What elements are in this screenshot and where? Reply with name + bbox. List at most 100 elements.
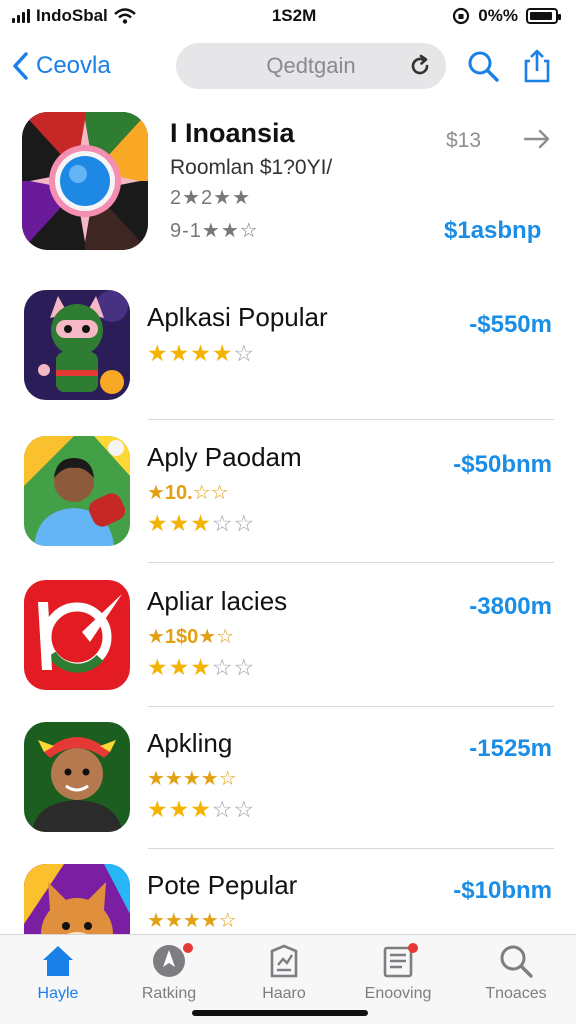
back-button[interactable]: Ceovla [10,51,170,81]
tab-label: Hayle [37,985,79,1002]
orientation-lock-icon [453,7,470,25]
divider [148,419,554,420]
notification-badge [408,943,418,953]
star-icon: ☆ [211,654,234,680]
star-icon: ★ [168,654,191,680]
signal-icon [12,9,30,23]
price-button[interactable]: -1525m [469,735,552,763]
status-left: IndoSbal [12,6,136,26]
featured-app-icon [22,112,148,250]
app-row[interactable]: Apkling ★★★★☆ ★★★☆☆ -1525m [0,716,576,858]
app-meta: ★★★★☆ [147,910,237,932]
star-rating: ★★★☆☆ [147,654,255,681]
tab-ranking[interactable]: Ratking [119,943,219,1013]
notification-badge [183,943,193,953]
app-name: Apkling [147,728,233,758]
battery-icon [525,8,561,24]
app-icon [24,722,130,832]
festive-person-icon [24,722,130,832]
search-icon[interactable] [466,49,500,83]
star-icon: ★ [190,340,212,366]
star-icon: ★ [147,796,169,822]
status-right: 0%% [452,6,561,26]
status-bar: IndoSbal 1S2M 0%% [0,0,576,32]
app-meta: ★1$0★☆ [147,626,235,648]
ninja-mascot-icon [24,290,130,400]
star-icon: ☆ [233,796,256,822]
star-icon: ★ [211,340,234,366]
app-name: Pote Pepular [147,870,298,900]
price-button[interactable]: -$10bnm [453,877,552,905]
tab-chart[interactable]: Haaro [234,943,334,1013]
compass-logo-icon [24,580,130,690]
star-icon: ★ [190,654,212,680]
star-icon: ★ [147,510,169,536]
star-icon: ★ [168,510,191,536]
price-button[interactable]: -3800m [469,593,552,621]
tab-search[interactable]: Tnoaces [466,943,566,1013]
compass-icon [153,945,185,977]
featured-price-top: $13 [446,129,482,152]
star-icon: ☆ [211,510,234,536]
app-meta: ★★★★☆ [147,768,237,790]
featured-logo-icon [22,112,148,250]
star-icon: ★ [147,654,169,680]
app-icon [24,290,130,400]
chart-icon [270,944,298,978]
app-icon [24,580,130,690]
divider [148,706,554,707]
back-label: Ceovla [36,52,111,79]
star-icon: ☆ [233,340,256,366]
search-icon [500,945,533,978]
featured-rating-line-2: 9-1★★☆ [170,220,259,242]
clock: 1S2M [271,6,317,25]
tab-document[interactable]: Enooving [348,943,448,1013]
star-rating: ★★★☆☆ [147,510,255,537]
reload-icon[interactable] [408,54,432,78]
share-icon[interactable] [520,49,554,83]
person-promo-icon [24,436,130,546]
app-icon [24,436,130,546]
star-icon: ☆ [211,796,234,822]
home-indicator[interactable] [192,1010,368,1016]
app-row[interactable]: Apliar lacies ★1$0★☆ ★★★☆☆ -3800m [0,574,576,716]
app-row[interactable]: Aply Paodam ★10.☆☆ ★★★☆☆ -$50bnm [0,430,576,572]
star-icon: ★ [190,796,212,822]
featured-app-subtitle: Roomlan $1?0YI/ [170,156,333,179]
tab-home[interactable]: Hayle [8,943,108,1013]
carrier-name: IndoSbal [36,6,108,25]
divider [148,562,554,563]
featured-price-button[interactable]: $1asbnp [444,217,541,245]
price-button[interactable]: -$50bnm [453,451,552,479]
battery-percent: 0%% [478,6,518,25]
wifi-icon [113,8,136,24]
tab-label: Enooving [364,985,432,1002]
app-row[interactable]: Aplkasi Popular ★★★★☆ -$550m [0,284,576,426]
chevron-left-icon [13,52,28,80]
app-name: Aply Paodam [147,442,302,472]
nav-bar: Ceovla Qedtgain [0,40,576,92]
address-text: Qedtgain [266,53,356,78]
battery-level [529,12,552,20]
star-icon: ★ [168,340,191,366]
divider [148,848,554,849]
tab-label: Tnoaces [485,985,547,1002]
app-name: Aplkasi Popular [147,302,328,332]
star-icon: ★ [168,796,191,822]
featured-rating-line-1: 2★2★★ [170,187,252,209]
star-icon: ☆ [233,654,256,680]
tab-label: Haaro [262,985,306,1002]
featured-app-title: I Inoansia [170,118,295,148]
app-name: Apliar lacies [147,586,288,616]
featured-app[interactable]: I Inoansia Roomlan $1?0YI/ 2★2★★ 9-1★★☆ … [22,112,562,252]
star-icon: ★ [190,510,212,536]
star-rating: ★★★★☆ [147,340,255,367]
app-meta: ★10.☆☆ [147,482,229,504]
home-icon [43,946,73,976]
tab-label: Ratking [141,985,197,1002]
address-field[interactable]: Qedtgain [176,43,446,89]
price-button[interactable]: -$550m [469,311,552,339]
arrow-right-icon[interactable] [522,126,552,152]
star-icon: ★ [147,340,169,366]
star-rating: ★★★☆☆ [147,796,255,823]
